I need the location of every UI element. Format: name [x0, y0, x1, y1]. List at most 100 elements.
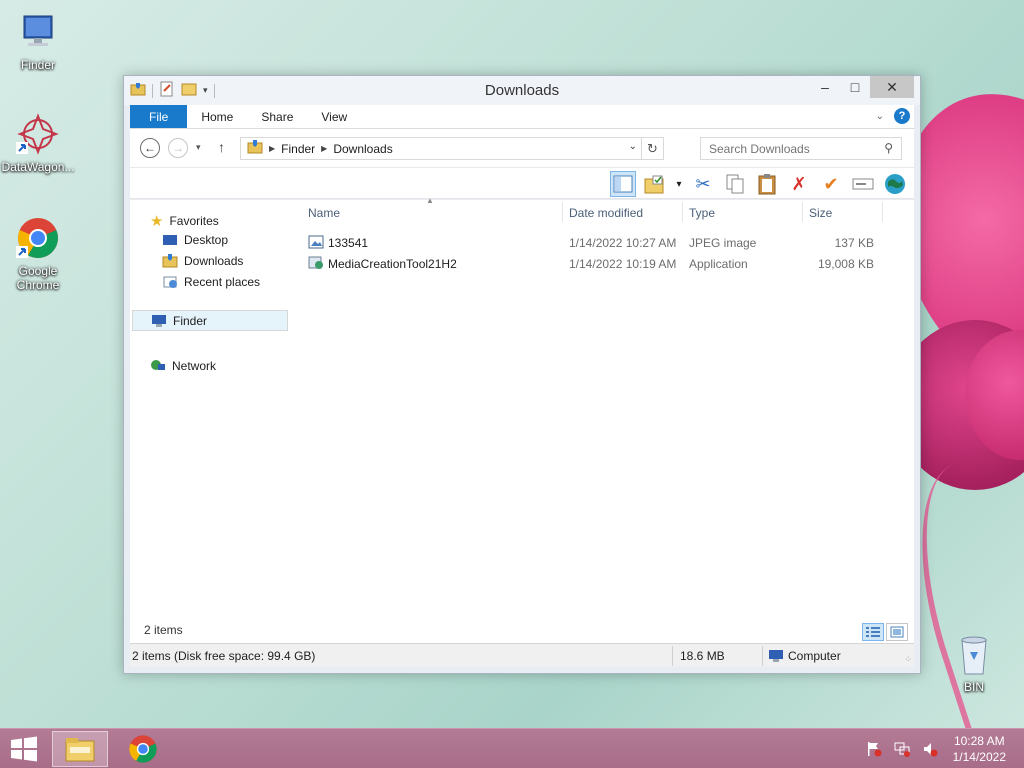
recent-places-icon: [162, 275, 178, 289]
column-header-type[interactable]: Type: [689, 206, 799, 224]
back-button[interactable]: ←: [140, 138, 160, 158]
desktop-icon-label: Google Chrome: [16, 264, 60, 292]
breadcrumb-finder[interactable]: Finder: [281, 142, 315, 156]
nav-label: Desktop: [184, 233, 229, 247]
nav-label: Recent places: [184, 275, 261, 289]
nav-desktop[interactable]: Desktop: [162, 233, 228, 247]
network-tray-icon[interactable]: [894, 741, 910, 760]
file-type: JPEG image: [689, 236, 757, 250]
taskbar: 10:28 AM 1/14/2022: [0, 728, 1024, 768]
navigation-pane: ★ Favorites Desktop Downloads Recent pla…: [130, 200, 290, 643]
tab-view[interactable]: View: [307, 105, 361, 128]
help-icon[interactable]: ?: [894, 108, 910, 124]
recent-locations-button[interactable]: ▾: [196, 142, 201, 153]
copy-icon[interactable]: [722, 171, 748, 197]
table-row[interactable]: MediaCreationTool21H2 1/14/2022 10:19 AM…: [306, 254, 914, 274]
ribbon-tabs: File Home Share View ⌄ ?: [130, 105, 914, 129]
desktop-icon-chrome[interactable]: Google Chrome: [0, 216, 76, 292]
clock-time: 10:28 AM: [953, 734, 1005, 748]
title-bar[interactable]: ▾ Downloads – □ ✕: [124, 76, 920, 105]
computer-icon: [151, 314, 167, 328]
command-toolbar: ▾ ✂ ✗ ✔: [130, 167, 914, 199]
file-name: MediaCreationTool21H2: [328, 257, 457, 271]
desktop-icon-finder[interactable]: Finder: [0, 10, 76, 72]
up-button[interactable]: ↑: [218, 139, 225, 155]
tab-home[interactable]: Home: [187, 105, 247, 128]
paste-icon[interactable]: [754, 171, 780, 197]
computer-icon: [768, 649, 784, 666]
minimize-button[interactable]: –: [810, 76, 840, 98]
globe-icon[interactable]: [882, 171, 908, 197]
nav-label: Network: [172, 359, 217, 373]
file-name: 133541: [328, 236, 369, 250]
file-size: 19,008 KB: [817, 257, 874, 271]
nav-recent-places[interactable]: Recent places: [162, 275, 260, 289]
nav-finder[interactable]: Finder: [132, 310, 288, 331]
breadcrumb-separator-icon[interactable]: ▶: [269, 144, 275, 153]
recycle-bin-icon: [952, 632, 996, 676]
desktop-icon-label: BIN: [963, 680, 984, 694]
volume-muted-icon[interactable]: [922, 741, 938, 760]
search-input[interactable]: [709, 141, 869, 156]
file-date: 1/14/2022 10:19 AM: [569, 257, 677, 271]
expand-ribbon-icon[interactable]: ⌄: [876, 111, 884, 122]
close-button[interactable]: ✕: [870, 76, 914, 98]
column-divider[interactable]: [802, 202, 803, 222]
sort-ascending-icon: ▲: [426, 196, 434, 205]
file-list-pane: ▲ Name Date modified Type Size 133541 1/…: [306, 196, 914, 643]
file-date: 1/14/2022 10:27 AM: [569, 236, 677, 250]
window-title: Downloads: [484, 82, 560, 99]
column-divider[interactable]: [562, 202, 563, 222]
tab-file[interactable]: File: [130, 105, 188, 128]
network-icon: [150, 359, 166, 373]
select-folder-icon[interactable]: [642, 171, 668, 197]
application-icon: [308, 256, 324, 273]
table-row[interactable]: 133541 1/14/2022 10:27 AM JPEG image 137…: [306, 233, 914, 253]
cut-icon[interactable]: ✂: [690, 171, 716, 197]
search-icon[interactable]: ⚲: [884, 141, 893, 155]
star-icon: ★: [150, 213, 164, 230]
forward-button[interactable]: →: [168, 138, 188, 158]
large-icons-view-button[interactable]: [886, 623, 908, 641]
nav-network[interactable]: Network: [150, 359, 216, 373]
column-header-size[interactable]: Size: [809, 206, 879, 224]
clock[interactable]: 10:28 AM 1/14/2022: [953, 733, 1006, 765]
nav-downloads[interactable]: Downloads: [162, 254, 243, 268]
address-field[interactable]: ▶ Finder ▶ Downloads ⌄ ↻: [240, 137, 664, 160]
file-size: 137 KB: [834, 236, 874, 250]
search-box[interactable]: ⚲: [700, 137, 902, 160]
taskbar-file-explorer[interactable]: [52, 731, 108, 767]
maximize-button[interactable]: □: [840, 76, 870, 98]
tab-share[interactable]: Share: [247, 105, 307, 128]
desktop-icon-recycle-bin[interactable]: BIN: [936, 632, 1012, 694]
rename-icon[interactable]: [850, 171, 876, 197]
status-divider: [762, 646, 763, 666]
column-header-date[interactable]: Date modified: [569, 206, 679, 224]
delete-icon[interactable]: ✗: [786, 171, 812, 197]
clock-date: 1/14/2022: [952, 750, 1006, 764]
file-type: Application: [689, 257, 748, 271]
column-header-name[interactable]: Name: [308, 206, 558, 224]
breadcrumb-downloads[interactable]: Downloads: [333, 142, 392, 156]
preview-pane-button[interactable]: [610, 171, 636, 197]
chevron-down-icon[interactable]: ▾: [674, 171, 684, 197]
nav-label: Favorites: [169, 214, 219, 228]
column-divider[interactable]: [682, 202, 683, 222]
breadcrumb-separator-icon[interactable]: ▶: [321, 144, 327, 153]
address-dropdown-icon[interactable]: ⌄: [629, 141, 637, 152]
action-center-flag-icon[interactable]: [866, 741, 882, 760]
start-button[interactable]: [0, 731, 48, 767]
refresh-button[interactable]: ↻: [641, 138, 663, 159]
desktop-icon-datawagon[interactable]: DataWagon...: [0, 112, 76, 174]
explorer-window: ▾ Downloads – □ ✕ File Home Share View ⌄…: [123, 75, 921, 674]
desktop-icon: [162, 233, 178, 247]
column-divider[interactable]: [882, 202, 883, 222]
check-icon[interactable]: ✔: [818, 171, 844, 197]
chrome-icon: [129, 735, 157, 763]
folder-icon: [247, 140, 263, 157]
details-view-button[interactable]: [862, 623, 884, 641]
image-file-icon: [308, 235, 324, 252]
taskbar-chrome[interactable]: [115, 731, 171, 767]
nav-favorites[interactable]: ★ Favorites: [150, 212, 219, 230]
resize-grip-icon[interactable]: ⁘: [904, 654, 912, 665]
